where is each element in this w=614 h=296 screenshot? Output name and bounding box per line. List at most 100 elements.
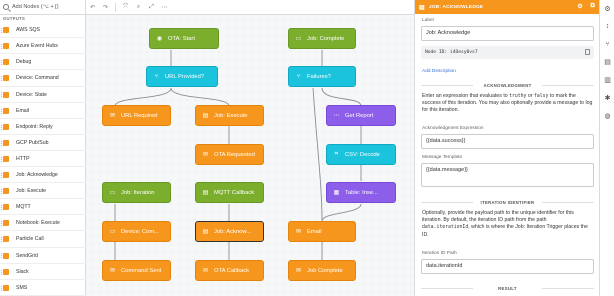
node-table-insert[interactable]: ▦ Table: Inse... bbox=[326, 182, 396, 203]
add-description-link[interactable]: Add Description bbox=[422, 69, 456, 74]
fit-icon[interactable]: ⤢ bbox=[145, 4, 158, 11]
node-id-row: Node ID: i4Oesy0vs7 bbox=[421, 46, 594, 59]
node-job-complete-output[interactable]: ✉ Job Complete bbox=[288, 260, 356, 281]
node-job-complete-trigger[interactable]: ▭ Job: Complete bbox=[288, 28, 356, 49]
undo-icon[interactable]: ↶ bbox=[86, 4, 99, 11]
duplicate-icon[interactable]: ⧉ bbox=[591, 3, 595, 10]
drag-handle-icon[interactable] bbox=[1, 108, 2, 114]
drag-handle-icon[interactable] bbox=[1, 253, 2, 259]
palette-item[interactable]: Device: Command bbox=[0, 71, 86, 87]
node-mqtt-callback[interactable]: ▤ MQTT Callback bbox=[195, 182, 264, 203]
palette-item[interactable]: Slack bbox=[0, 265, 86, 280]
node-label: Get Report bbox=[345, 112, 374, 119]
palette-item[interactable]: SendGrid bbox=[0, 248, 86, 264]
ack-expression-input[interactable]: {{data.success}} bbox=[421, 134, 594, 149]
app-root: Add Nodes (⌥ + [) OUTPUTS AWS SQS Azure E… bbox=[0, 0, 614, 296]
palette-item[interactable]: Particle Call bbox=[0, 232, 86, 248]
edge bbox=[321, 203, 362, 222]
palette-item[interactable]: Job: Acknowledge bbox=[0, 168, 86, 184]
palette-item[interactable]: Debug bbox=[0, 55, 86, 71]
node-job-execute[interactable]: ▤ Job: Execute bbox=[195, 105, 264, 126]
more-icon[interactable]: ⋯ bbox=[158, 4, 171, 11]
node-label: CSV: Decode bbox=[345, 151, 380, 158]
palette-item[interactable]: Notebook: Execute bbox=[0, 216, 86, 232]
node-label: Job: Execute bbox=[214, 112, 248, 119]
iteration-path-input[interactable]: data.iterationId bbox=[421, 259, 594, 274]
node-label: Command Sent bbox=[121, 267, 162, 274]
drag-handle-icon[interactable] bbox=[1, 60, 2, 66]
node-label: Failures? bbox=[307, 73, 331, 80]
node-url-provided[interactable]: ⑂ URL Provided? bbox=[146, 66, 218, 87]
drag-handle-icon[interactable] bbox=[1, 269, 2, 275]
node-device-command[interactable]: ▭ Device: Com... bbox=[102, 221, 171, 242]
edge bbox=[170, 87, 230, 107]
palette-item[interactable]: Device: State bbox=[0, 87, 86, 103]
node-search[interactable]: Add Nodes (⌥ + [) bbox=[0, 0, 86, 15]
drag-handle-icon[interactable] bbox=[1, 124, 2, 130]
globe-icon[interactable]: ◍ bbox=[603, 112, 612, 121]
scroll-icon[interactable]: ↕ bbox=[603, 22, 612, 31]
help-code: data.iterationId bbox=[422, 225, 469, 231]
node-ota-requested[interactable]: ✉ OTA Requested bbox=[195, 144, 264, 165]
panel-title: JOB: ACKNOWLEDGE bbox=[428, 4, 484, 10]
help-code: truthy bbox=[509, 94, 527, 99]
palette-item-label: Notebook: Execute bbox=[16, 220, 60, 227]
panel-header: ▤ JOB: ACKNOWLEDGE ⚙ ⧉ bbox=[415, 0, 599, 14]
node-job-acknowledge[interactable]: ▤ Job: Acknow... bbox=[195, 221, 264, 242]
palette-item-label: MQTT bbox=[16, 204, 31, 211]
job-icon: ▤ bbox=[419, 4, 425, 11]
email-icon: ✉ bbox=[109, 268, 116, 274]
drag-handle-icon[interactable] bbox=[1, 205, 2, 211]
palette-item[interactable]: GCP Pub/Sub bbox=[0, 136, 86, 151]
message-template-input[interactable]: {{data.message}} bbox=[421, 163, 594, 187]
palette-item[interactable]: Azure Event Hubs bbox=[0, 39, 86, 55]
node-csv-decode[interactable]: ⌗ CSV: Decode bbox=[326, 144, 396, 165]
node-ota-callback[interactable]: ✉ OTA Callback bbox=[195, 260, 264, 281]
drag-handle-icon[interactable] bbox=[1, 44, 2, 50]
node-label: MQTT Callback bbox=[214, 189, 255, 196]
workflow-canvas[interactable]: ◉ OTA: Start ▭ Job: Complete ⑂ URL Provided… bbox=[87, 16, 414, 296]
drag-handle-icon[interactable] bbox=[1, 28, 2, 33]
report-icon: ⋯ bbox=[333, 113, 340, 119]
drag-handle-icon[interactable] bbox=[1, 237, 2, 243]
palette-item[interactable]: HTTP bbox=[0, 152, 86, 168]
drag-handle-icon[interactable] bbox=[1, 92, 2, 98]
node-label: Job: Complete bbox=[307, 35, 345, 42]
drag-handle-icon[interactable] bbox=[1, 221, 2, 227]
settings-icon[interactable]: ⚙ bbox=[577, 3, 583, 10]
settings-icon[interactable]: ⚙ bbox=[603, 5, 612, 14]
drag-handle-icon[interactable] bbox=[1, 189, 2, 194]
version-icon[interactable]: ⑂ bbox=[603, 40, 612, 49]
edge bbox=[312, 87, 323, 222]
node-command-sent[interactable]: ✉ Command Sent bbox=[102, 260, 171, 281]
drag-handle-icon[interactable] bbox=[1, 285, 2, 291]
palette-item[interactable]: SMS bbox=[0, 281, 86, 296]
palette-item[interactable]: AWS SQS bbox=[0, 23, 86, 39]
select-tool-icon[interactable]: ⤧ bbox=[119, 4, 132, 11]
node-get-report[interactable]: ⋯ Get Report bbox=[326, 105, 396, 126]
node-url-required[interactable]: ✉ URL Required bbox=[102, 105, 171, 126]
palette-item[interactable]: Job: Execute bbox=[0, 184, 86, 200]
node-failures[interactable]: ⑂ Failures? bbox=[288, 66, 356, 87]
node-email[interactable]: ✉ Email bbox=[288, 221, 356, 242]
drag-handle-icon[interactable] bbox=[1, 172, 2, 178]
redo-icon[interactable]: ↷ bbox=[99, 4, 112, 11]
node-label: URL Required bbox=[121, 112, 158, 119]
palette-item[interactable]: Endpoint: Reply bbox=[0, 120, 86, 135]
node-id-prefix: Node ID: bbox=[425, 50, 448, 55]
zoom-icon[interactable]: ⌕ bbox=[132, 4, 145, 11]
book-icon[interactable]: ▤ bbox=[603, 58, 612, 67]
node-job-iteration[interactable]: ▭ Job: Iteration bbox=[102, 182, 171, 203]
palette-item[interactable]: Email bbox=[0, 104, 86, 119]
palette-item[interactable]: MQTT bbox=[0, 200, 86, 216]
label-input[interactable]: Job: Acknowledge bbox=[421, 26, 594, 41]
bug-icon[interactable]: ✱ bbox=[603, 94, 612, 103]
help-text-part: or bbox=[527, 93, 533, 99]
chart-icon[interactable]: ▥ bbox=[603, 76, 612, 85]
drag-handle-icon[interactable] bbox=[1, 156, 2, 162]
palette-item-label: Email bbox=[16, 107, 29, 114]
drag-handle-icon[interactable] bbox=[1, 76, 2, 82]
copy-icon[interactable] bbox=[585, 49, 590, 55]
node-ota-start[interactable]: ◉ OTA: Start bbox=[149, 28, 219, 49]
drag-handle-icon[interactable] bbox=[1, 140, 2, 146]
